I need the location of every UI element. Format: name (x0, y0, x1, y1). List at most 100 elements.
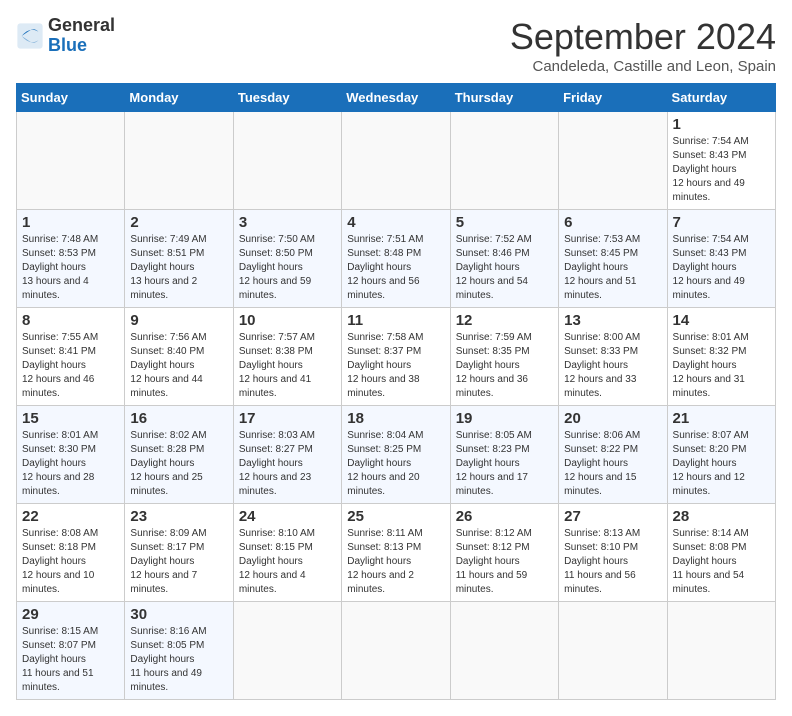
day-info: Sunrise: 7:56 AMSunset: 8:40 PMDaylight … (130, 331, 227, 401)
header-sunday: Sunday (17, 84, 125, 112)
day-number: 27 (564, 508, 661, 525)
location: Candeleda, Castille and Leon, Spain (510, 58, 776, 75)
day-info: Sunrise: 7:50 AMSunset: 8:50 PMDaylight … (239, 233, 336, 303)
calendar-cell: 22 Sunrise: 8:08 AMSunset: 8:18 PMDayligh… (17, 504, 125, 602)
calendar-cell: 10Sunrise: 7:57 AMSunset: 8:38 PMDayligh… (233, 308, 341, 406)
header-friday: Friday (559, 84, 667, 112)
calendar-cell: 30 Sunrise: 8:16 AMSunset: 8:05 PMDayligh… (125, 602, 233, 700)
calendar-cell (342, 602, 450, 700)
day-number: 6 (564, 214, 661, 231)
calendar-header-row: SundayMondayTuesdayWednesdayThursdayFrid… (17, 84, 776, 112)
calendar-cell: 6 Sunrise: 7:53 AMSunset: 8:45 PMDaylight… (559, 210, 667, 308)
calendar-cell: 4 Sunrise: 7:51 AMSunset: 8:48 PMDaylight… (342, 210, 450, 308)
header-monday: Monday (125, 84, 233, 112)
calendar-cell: 21Sunrise: 8:07 AMSunset: 8:20 PMDayligh… (667, 406, 775, 504)
day-number: 4 (347, 214, 444, 231)
day-number: 7 (673, 214, 770, 231)
day-info: Sunrise: 8:10 AMSunset: 8:15 PMDaylight … (239, 527, 336, 597)
day-info: Sunrise: 7:58 AMSunset: 8:37 PMDaylight … (347, 331, 444, 401)
calendar-cell: 16 Sunrise: 8:02 AMSunset: 8:28 PMDayligh… (125, 406, 233, 504)
day-info: Sunrise: 7:49 AMSunset: 8:51 PMDaylight … (130, 233, 227, 303)
day-number: 10 (239, 312, 336, 329)
day-number: 9 (130, 312, 227, 329)
calendar-cell (233, 112, 341, 210)
calendar-cell: 18 Sunrise: 8:04 AMSunset: 8:25 PMDayligh… (342, 406, 450, 504)
day-info: Sunrise: 8:01 AMSunset: 8:32 PMDaylight … (673, 331, 770, 401)
header-wednesday: Wednesday (342, 84, 450, 112)
calendar-cell: 12Sunrise: 7:59 AMSunset: 8:35 PMDayligh… (450, 308, 558, 406)
day-info: Sunrise: 8:00 AMSunset: 8:33 PMDaylight … (564, 331, 661, 401)
calendar-week-4: 15 Sunrise: 8:01 AMSunset: 8:30 PMDayligh… (17, 406, 776, 504)
day-number: 16 (130, 410, 227, 427)
day-info: Sunrise: 7:52 AMSunset: 8:46 PMDaylight … (456, 233, 553, 303)
day-info: Sunrise: 7:51 AMSunset: 8:48 PMDaylight … (347, 233, 444, 303)
calendar-week-5: 22 Sunrise: 8:08 AMSunset: 8:18 PMDayligh… (17, 504, 776, 602)
calendar-cell: 17 Sunrise: 8:03 AMSunset: 8:27 PMDayligh… (233, 406, 341, 504)
day-info: Sunrise: 8:04 AMSunset: 8:25 PMDaylight … (347, 429, 444, 499)
calendar-cell: 11Sunrise: 7:58 AMSunset: 8:37 PMDayligh… (342, 308, 450, 406)
calendar-week-1: 1Sunrise: 7:54 AMSunset: 8:43 PMDaylight… (17, 112, 776, 210)
day-number: 20 (564, 410, 661, 427)
day-number: 2 (130, 214, 227, 231)
calendar-cell (450, 112, 558, 210)
calendar-cell: 19 Sunrise: 8:05 AMSunset: 8:23 PMDayligh… (450, 406, 558, 504)
day-info: Sunrise: 8:11 AMSunset: 8:13 PMDaylight … (347, 527, 444, 597)
calendar-cell: 20 Sunrise: 8:06 AMSunset: 8:22 PMDayligh… (559, 406, 667, 504)
day-info: Sunrise: 8:08 AMSunset: 8:18 PMDaylight … (22, 527, 119, 597)
page-header: General Blue September 2024 Candeleda, C… (16, 16, 776, 75)
logo: General Blue (16, 16, 115, 56)
calendar-cell: 9 Sunrise: 7:56 AMSunset: 8:40 PMDaylight… (125, 308, 233, 406)
calendar-cell: 3Sunrise: 7:50 AMSunset: 8:50 PMDaylight… (233, 210, 341, 308)
day-number: 15 (22, 410, 119, 427)
calendar-cell (559, 602, 667, 700)
day-info: Sunrise: 8:03 AMSunset: 8:27 PMDaylight … (239, 429, 336, 499)
day-number: 24 (239, 508, 336, 525)
day-number: 22 (22, 508, 119, 525)
day-info: Sunrise: 7:53 AMSunset: 8:45 PMDaylight … (564, 233, 661, 303)
day-info: Sunrise: 8:06 AMSunset: 8:22 PMDaylight … (564, 429, 661, 499)
calendar-cell: 1Sunrise: 7:54 AMSunset: 8:43 PMDaylight… (667, 112, 775, 210)
logo-blue-text: Blue (48, 35, 87, 55)
calendar-cell (125, 112, 233, 210)
day-info: Sunrise: 8:13 AMSunset: 8:10 PMDaylight … (564, 527, 661, 597)
calendar-cell: 8Sunrise: 7:55 AMSunset: 8:41 PMDaylight… (17, 308, 125, 406)
calendar-cell (450, 602, 558, 700)
calendar-week-3: 8Sunrise: 7:55 AMSunset: 8:41 PMDaylight… (17, 308, 776, 406)
calendar-cell: 15 Sunrise: 8:01 AMSunset: 8:30 PMDayligh… (17, 406, 125, 504)
month-title: September 2024 (510, 16, 776, 58)
day-info: Sunrise: 8:01 AMSunset: 8:30 PMDaylight … (22, 429, 119, 499)
day-number: 1 (673, 116, 770, 133)
calendar-cell: 29Sunrise: 8:15 AMSunset: 8:07 PMDayligh… (17, 602, 125, 700)
calendar-cell (342, 112, 450, 210)
day-number: 14 (673, 312, 770, 329)
header-tuesday: Tuesday (233, 84, 341, 112)
calendar-cell (559, 112, 667, 210)
day-number: 17 (239, 410, 336, 427)
calendar-week-2: 1Sunrise: 7:48 AMSunset: 8:53 PMDaylight… (17, 210, 776, 308)
day-number: 5 (456, 214, 553, 231)
day-info: Sunrise: 7:54 AMSunset: 8:43 PMDaylight … (673, 233, 770, 303)
calendar-cell: 23Sunrise: 8:09 AMSunset: 8:17 PMDayligh… (125, 504, 233, 602)
calendar-cell (233, 602, 341, 700)
calendar-cell: 2 Sunrise: 7:49 AMSunset: 8:51 PMDaylight… (125, 210, 233, 308)
day-number: 18 (347, 410, 444, 427)
calendar-cell: 28Sunrise: 8:14 AMSunset: 8:08 PMDayligh… (667, 504, 775, 602)
day-info: Sunrise: 8:02 AMSunset: 8:28 PMDaylight … (130, 429, 227, 499)
day-number: 19 (456, 410, 553, 427)
day-number: 30 (130, 606, 227, 623)
logo-general-text: General (48, 15, 115, 35)
calendar-cell: 7 Sunrise: 7:54 AMSunset: 8:43 PMDaylight… (667, 210, 775, 308)
day-number: 28 (673, 508, 770, 525)
calendar-week-6: 29Sunrise: 8:15 AMSunset: 8:07 PMDayligh… (17, 602, 776, 700)
title-area: September 2024 Candeleda, Castille and L… (510, 16, 776, 75)
day-number: 13 (564, 312, 661, 329)
calendar-cell: 27 Sunrise: 8:13 AMSunset: 8:10 PMDayligh… (559, 504, 667, 602)
day-number: 21 (673, 410, 770, 427)
day-number: 12 (456, 312, 553, 329)
calendar-cell: 24 Sunrise: 8:10 AMSunset: 8:15 PMDayligh… (233, 504, 341, 602)
day-info: Sunrise: 8:05 AMSunset: 8:23 PMDaylight … (456, 429, 553, 499)
header-saturday: Saturday (667, 84, 775, 112)
day-number: 8 (22, 312, 119, 329)
day-number: 25 (347, 508, 444, 525)
day-info: Sunrise: 8:16 AMSunset: 8:05 PMDaylight … (130, 625, 227, 695)
